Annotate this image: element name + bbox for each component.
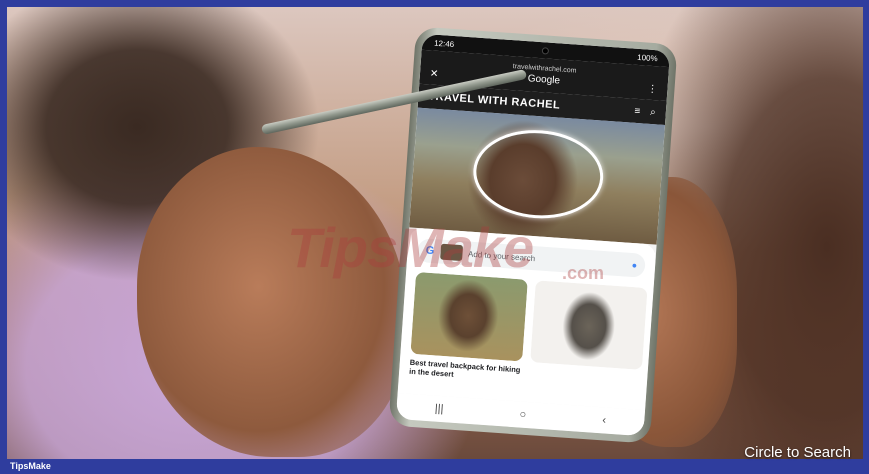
menu-icon[interactable]: ≡ (634, 105, 641, 116)
recents-icon[interactable]: ||| (434, 403, 443, 416)
results-grid: Best travel backpack for hiking in the d… (408, 271, 648, 392)
image-frame: 12:46 100% ✕ travelwithrachel.com Google… (0, 0, 869, 474)
close-icon[interactable]: ✕ (430, 68, 439, 80)
more-icon[interactable]: ⋮ (647, 84, 658, 96)
selection-circle (470, 125, 607, 223)
footer-label: TipsMake (10, 461, 51, 471)
result-caption: Best travel backpack for hiking in the d… (408, 357, 521, 380)
camera-icon (541, 46, 550, 55)
watermark: TipsMake (287, 216, 534, 279)
search-icon[interactable]: ⌕ (650, 106, 656, 117)
home-icon[interactable]: ○ (519, 409, 526, 421)
battery-status: 100% (636, 52, 658, 63)
left-hand (137, 147, 407, 457)
result-card[interactable] (529, 280, 648, 392)
search-engine-label: Google (527, 73, 561, 87)
back-icon[interactable]: ‹ (602, 414, 607, 426)
image-caption: Circle to Search (744, 444, 851, 461)
photo: 12:46 100% ✕ travelwithrachel.com Google… (7, 7, 863, 459)
result-card[interactable]: Best travel backpack for hiking in the d… (408, 271, 528, 384)
result-image (530, 280, 648, 370)
watermark-suffix: .com (562, 263, 605, 283)
mic-icon[interactable]: ● (631, 260, 637, 270)
result-image (410, 271, 528, 362)
status-time: 12:46 (433, 38, 455, 49)
